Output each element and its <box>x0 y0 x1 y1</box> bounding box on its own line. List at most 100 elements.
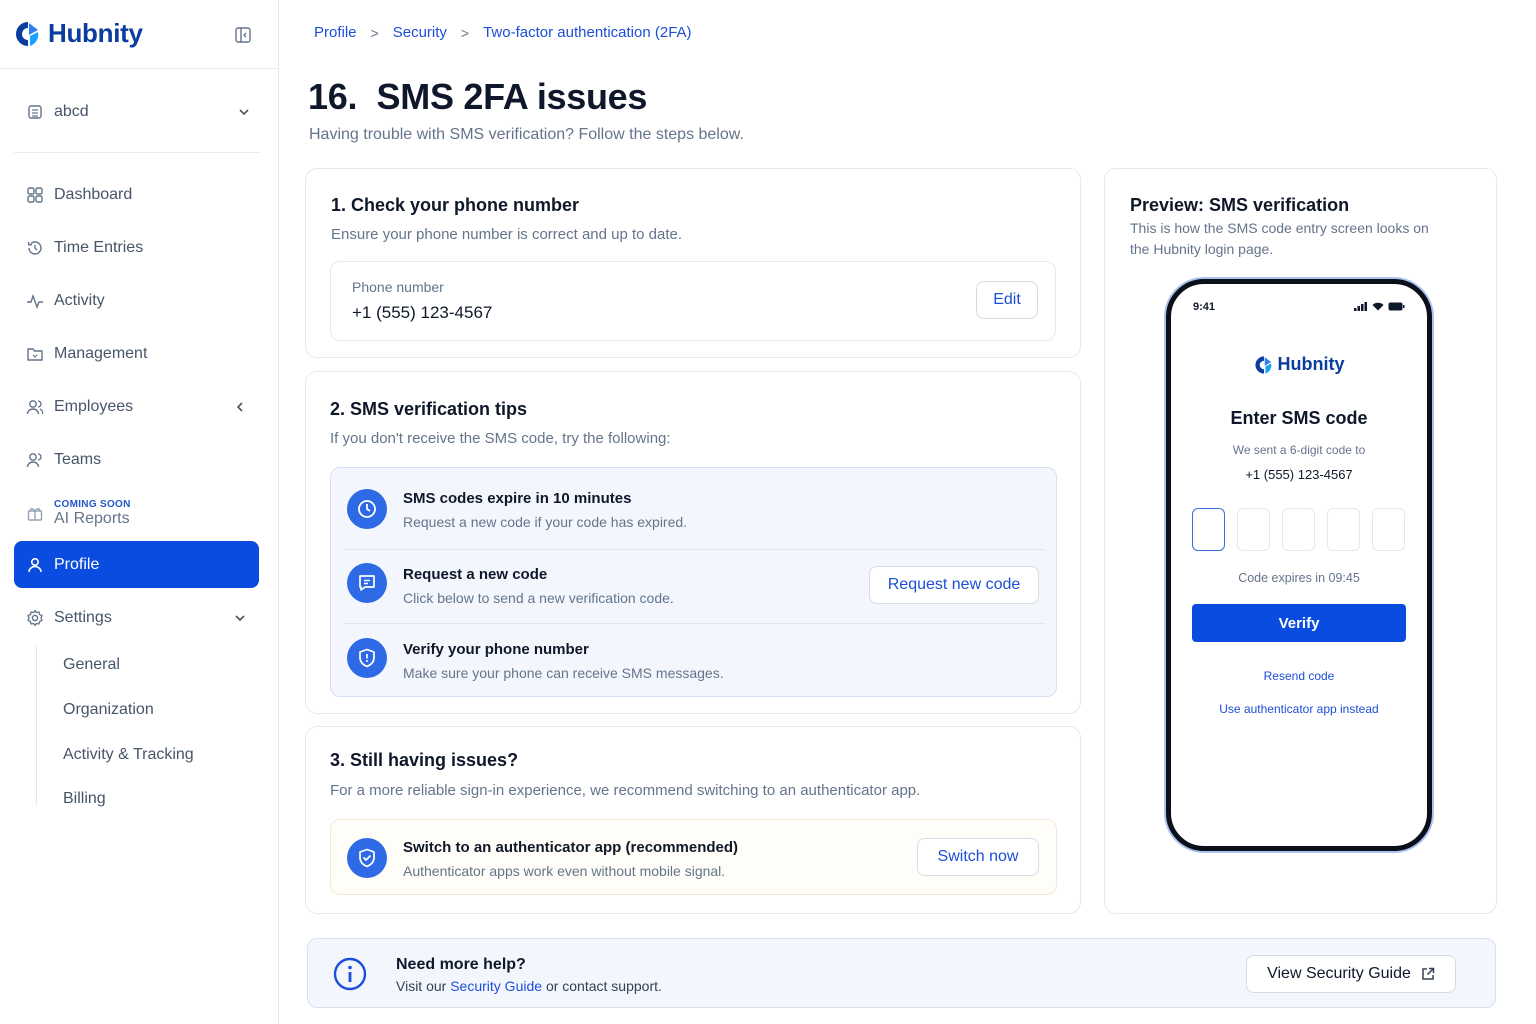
phone-number: +1 (555) 123-4567 <box>1245 467 1353 482</box>
user-icon <box>28 557 42 572</box>
tip-title: Request a new code <box>403 566 548 583</box>
otp-digit-input[interactable] <box>1237 508 1270 551</box>
help-title: Need more help? <box>396 956 526 973</box>
sidebar-collapse-icon[interactable] <box>234 26 252 44</box>
verify-button[interactable]: Verify <box>1192 604 1406 642</box>
tip-item: Verify your phone number Make sure your … <box>331 623 1058 698</box>
pulse-icon <box>27 293 43 309</box>
nav-activity[interactable]: Activity <box>14 278 259 324</box>
preview-title: Preview: SMS verification <box>1130 195 1350 215</box>
phone-number-label: Phone number <box>352 279 444 295</box>
nav-profile[interactable]: Profile <box>14 541 259 588</box>
code-expiry-text: Code expires in 09:45 <box>1238 571 1360 585</box>
tip-item: Request a new code Click below to send a… <box>331 548 1058 623</box>
chevron-right-icon: > <box>370 24 379 41</box>
nav-management[interactable]: Management <box>14 331 259 377</box>
nav-ai-reports-label: AI Reports <box>54 509 130 527</box>
nav-time-entries[interactable]: Time Entries <box>14 225 259 271</box>
view-security-guide-button[interactable]: View Security Guide <box>1246 955 1456 993</box>
building-icon <box>28 105 42 119</box>
otp-digit-input[interactable] <box>1282 508 1315 551</box>
phone-number-value: +1 (555) 123-4567 <box>352 303 493 322</box>
nav-management-label: Management <box>54 345 148 362</box>
settings-general[interactable]: General <box>63 656 120 674</box>
wifi-icon <box>1372 302 1384 311</box>
workspace-selector[interactable]: abcd <box>26 98 251 126</box>
tip-title: SMS codes expire in 10 minutes <box>403 490 632 507</box>
request-new-code-button[interactable]: Request new code <box>869 566 1039 604</box>
help-desc-suffix: or contact support. <box>545 978 662 994</box>
hubnity-logo-icon <box>1254 355 1271 374</box>
phone-heading: Enter SMS code <box>1230 408 1368 428</box>
team-icon <box>26 453 42 468</box>
nav-employees[interactable]: Employees <box>14 384 259 430</box>
clock-icon <box>347 489 387 529</box>
phone-brand: Hubnity <box>1171 354 1427 375</box>
breadcrumb-2fa[interactable]: Two-factor authentication (2FA) <box>483 24 691 41</box>
security-guide-link[interactable]: Security Guide <box>450 978 542 994</box>
help-banner: Need more help? Visit our Security Guide… <box>307 938 1496 1008</box>
tip-title: Verify your phone number <box>403 641 589 658</box>
otp-digit-input[interactable] <box>1327 508 1360 551</box>
grid-icon <box>27 187 43 203</box>
settings-activity-tracking[interactable]: Activity & Tracking <box>63 746 194 764</box>
authenticator-recommendation: Switch to an authenticator app (recommen… <box>330 819 1057 895</box>
otp-digit-input[interactable] <box>1192 508 1225 551</box>
switch-now-button[interactable]: Switch now <box>917 838 1039 876</box>
chevron-left-icon <box>236 402 243 412</box>
phone-brand-name: Hubnity <box>1277 354 1345 374</box>
info-icon <box>333 957 367 991</box>
tips-list: SMS codes expire in 10 minutes Request a… <box>330 467 1057 697</box>
settings-organization[interactable]: Organization <box>63 701 154 719</box>
step2-title: 2. SMS verification tips <box>330 399 528 419</box>
users-icon <box>26 400 44 415</box>
auth-desc: Authenticator apps work even without mob… <box>403 863 726 879</box>
nav-settings[interactable]: Settings <box>14 595 259 641</box>
step2-card: 2. SMS verification tips If you don't re… <box>305 371 1081 714</box>
resend-code-link[interactable]: Resend code <box>1171 669 1427 683</box>
tip-item: SMS codes expire in 10 minutes Request a… <box>331 471 1058 546</box>
folder-icon <box>27 348 43 361</box>
divider <box>0 68 279 69</box>
gear-icon <box>27 609 43 627</box>
step3-desc: For a more reliable sign-in experience, … <box>330 782 921 799</box>
chevron-down-icon <box>235 615 245 622</box>
nav-settings-label: Settings <box>54 609 112 626</box>
nav-profile-label: Profile <box>54 555 100 573</box>
gift-icon <box>27 508 43 521</box>
otp-digit-input[interactable] <box>1372 508 1405 551</box>
breadcrumb-security[interactable]: Security <box>393 24 447 41</box>
nav-employees-label: Employees <box>54 398 134 415</box>
phone-status-bar <box>1354 302 1405 311</box>
settings-billing[interactable]: Billing <box>63 790 106 808</box>
nav-teams-label: Teams <box>54 451 102 468</box>
tip-desc: Request a new code if your code has expi… <box>403 514 688 530</box>
shield-icon <box>347 638 387 678</box>
phone-time: 9:41 <box>1193 301 1216 313</box>
nav-dashboard-label: Dashboard <box>54 186 133 203</box>
view-security-guide-label: View Security Guide <box>1267 965 1411 982</box>
use-authenticator-link[interactable]: Use authenticator app instead <box>1171 702 1427 716</box>
step1-desc: Ensure your phone number is correct and … <box>331 226 683 243</box>
edit-phone-button[interactable]: Edit <box>976 281 1038 319</box>
page-subtitle: Having trouble with SMS verification? Fo… <box>309 126 744 143</box>
breadcrumb-profile[interactable]: Profile <box>314 24 357 41</box>
chevron-down-icon <box>239 109 249 116</box>
history-icon <box>27 241 42 255</box>
phone-number-field: Phone number +1 (555) 123-4567 Edit <box>330 261 1056 341</box>
nav-teams[interactable]: Teams <box>14 437 259 483</box>
divider <box>14 152 260 153</box>
auth-title: Switch to an authenticator app (recommen… <box>403 839 739 856</box>
preview-desc: This is how the SMS code entry screen lo… <box>1130 220 1429 257</box>
phone-mockup: 9:41 Hubnity Enter SMS code We sent a 6-… <box>1166 279 1432 851</box>
chevron-right-icon: > <box>460 24 470 41</box>
signal-icon <box>1354 302 1367 311</box>
help-desc-prefix: Visit our <box>396 978 447 994</box>
battery-icon <box>1388 302 1405 311</box>
workspace-name: abcd <box>54 103 89 120</box>
nav-dashboard[interactable]: Dashboard <box>14 172 259 218</box>
coming-soon-badge: COMING SOON <box>54 498 131 510</box>
brand-logo[interactable]: Hubnity <box>14 18 143 49</box>
step3-card: 3. Still having issues? For a more relia… <box>305 726 1081 914</box>
nav-time-entries-label: Time Entries <box>54 239 144 256</box>
